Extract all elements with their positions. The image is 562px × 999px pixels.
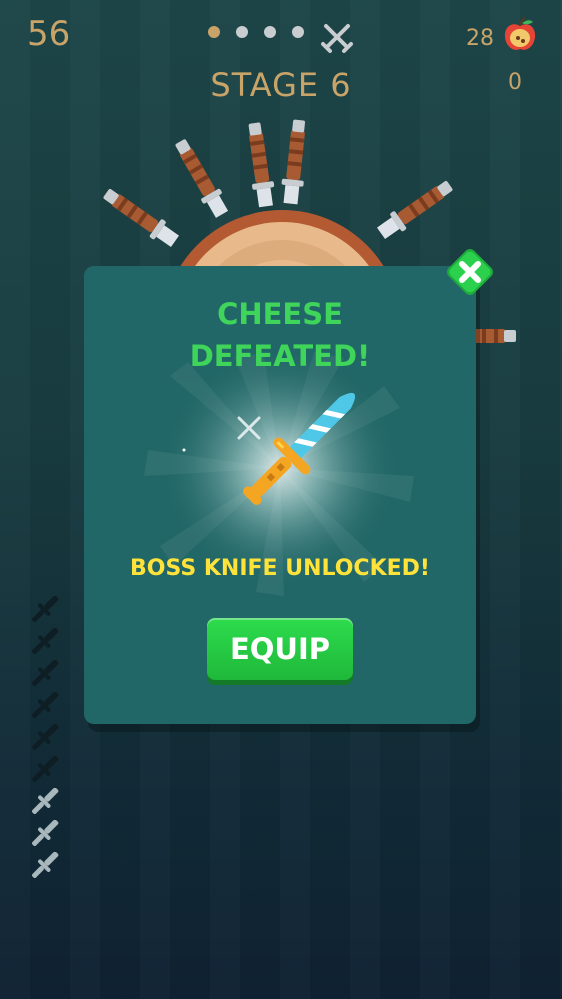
close-button[interactable] [441, 243, 499, 301]
knife-remaining-icon [32, 788, 59, 814]
knife-remaining-icon [32, 852, 59, 878]
popup-title-line2: DEFEATED! [189, 339, 371, 373]
knife-used-icon [32, 596, 59, 622]
stage-title: STAGE 6 [210, 66, 352, 104]
equip-button[interactable]: EQUIP [207, 618, 353, 680]
knife-remaining-icon [32, 820, 59, 846]
knife-used-icon [32, 628, 59, 654]
popup-title-line1: CHEESE [217, 297, 343, 331]
remaining-knives [30, 596, 62, 884]
close-icon [447, 249, 493, 295]
knife-used-icon [32, 724, 59, 750]
crossed-swords-icon [321, 24, 353, 53]
apple-icon [504, 17, 536, 50]
apple-count: 28 [466, 26, 494, 51]
stage-progress-dots [208, 26, 304, 38]
unlock-message: BOSS KNIFE UNLOCKED! [130, 556, 430, 581]
total-score: 56 [27, 14, 71, 54]
knife-used-icon [32, 660, 59, 686]
boss-defeated-popup: CHEESE DEFEATED! BOSS KNIFE UNLOCKED! EQ… [84, 266, 476, 724]
stage-dot [292, 26, 304, 38]
stage-dot [236, 26, 248, 38]
stage-dot [264, 26, 276, 38]
stage-dot-completed [208, 26, 220, 38]
knife-used-icon [32, 692, 59, 718]
stage-score: 0 [508, 70, 522, 95]
knife-used-icon [32, 756, 59, 782]
